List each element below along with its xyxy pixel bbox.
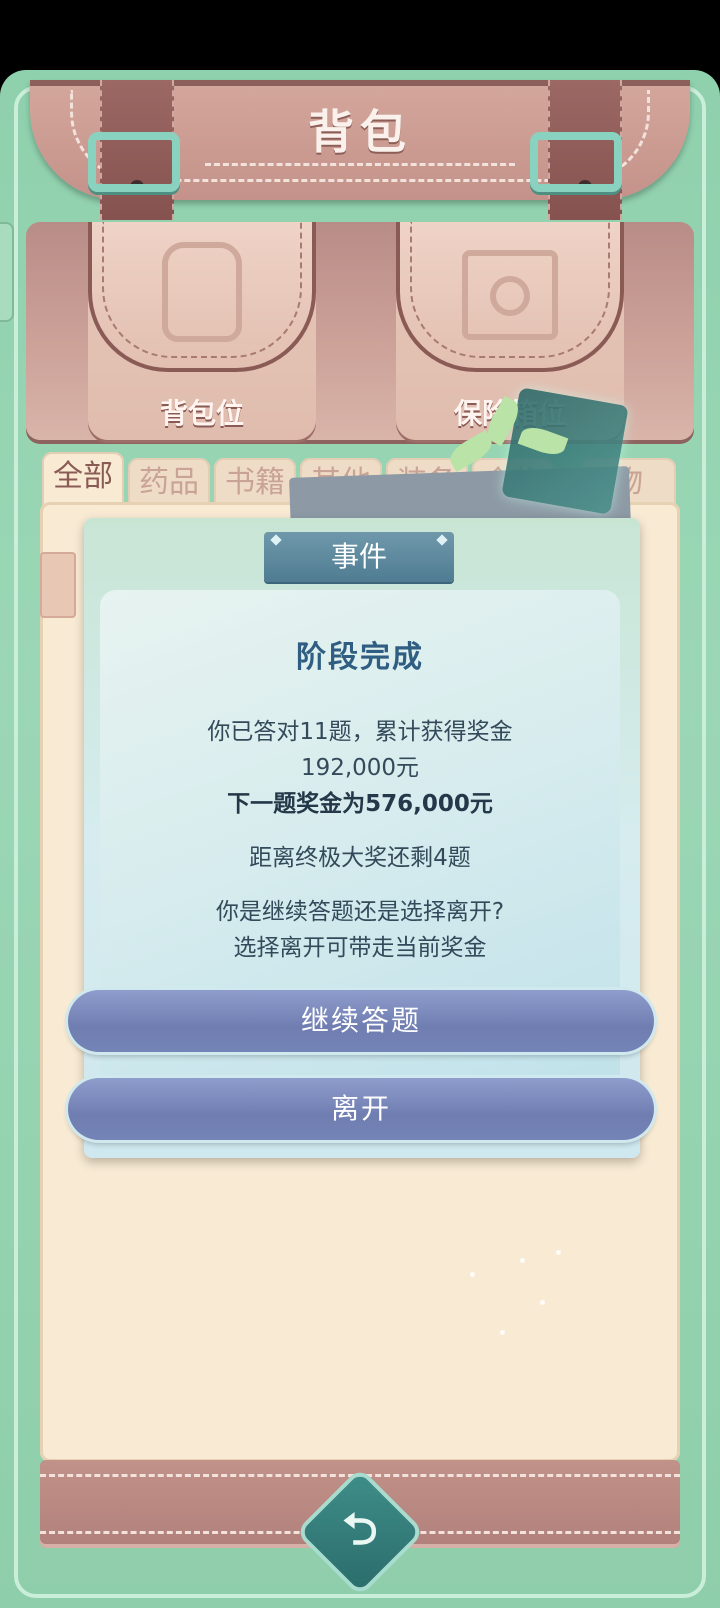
tab-medicine[interactable]: 药品	[128, 458, 210, 506]
dialog-text-question: 你是继续答题还是选择离开?	[215, 899, 505, 925]
return-icon[interactable]: ⮌	[318, 1500, 402, 1560]
dialog-text-correct-count: 你已答对11题，累计获得奖金	[207, 719, 513, 745]
sparkle	[540, 1300, 545, 1305]
pocket-label: 背包位	[159, 397, 244, 430]
tab-all[interactable]: 全部	[42, 452, 124, 506]
sparkle	[556, 1250, 561, 1255]
right-buckle-icon	[530, 132, 622, 192]
event-header-label: 事件	[330, 540, 387, 573]
tab-books[interactable]: 书籍	[214, 458, 296, 506]
dialog-text-hint: 选择离开可带走当前奖金	[233, 935, 487, 961]
item-slot[interactable]	[40, 552, 76, 618]
dialog-text-next-prize: 下一题奖金为576,000元	[227, 791, 493, 817]
event-header: 事件	[264, 532, 454, 582]
dialog-text-remaining: 距离终极大奖还剩4题	[249, 845, 471, 871]
safe-icon	[462, 250, 558, 340]
sparkle	[520, 1258, 525, 1263]
pocket-backpack-slot[interactable]: 背包位	[88, 222, 316, 440]
backpack-icon	[162, 242, 242, 342]
left-buckle-icon	[88, 132, 180, 192]
side-handle	[0, 222, 14, 322]
dialog-text-current-prize: 192,000元	[300, 755, 420, 781]
continue-button[interactable]: 继续答题	[68, 990, 654, 1052]
dialog-title: 阶段完成	[296, 640, 424, 675]
sparkle	[500, 1330, 505, 1335]
card-decoration	[501, 387, 629, 515]
leave-button[interactable]: 离开	[68, 1078, 654, 1140]
sparkle	[470, 1272, 475, 1277]
